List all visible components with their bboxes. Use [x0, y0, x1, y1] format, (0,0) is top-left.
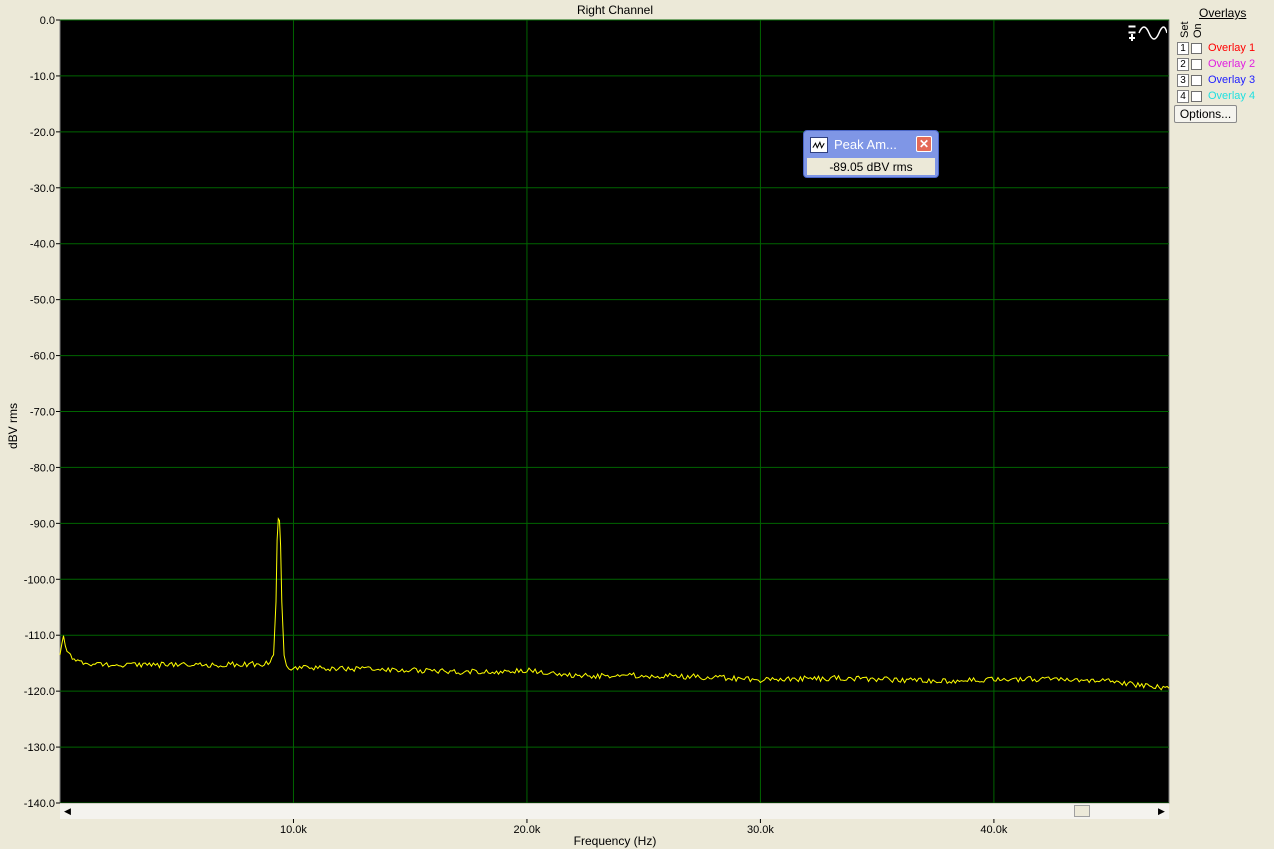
- y-tick-label: -70.0: [30, 407, 55, 419]
- y-tick-label: -110.0: [25, 630, 55, 642]
- overlay-on-checkbox[interactable]: [1191, 90, 1202, 102]
- chevron-right-icon: ▶: [1158, 806, 1165, 816]
- y-tick-label: 0.0: [40, 15, 55, 27]
- overlay-label: Overlay 2: [1208, 58, 1256, 70]
- scroll-thumb[interactable]: [1074, 805, 1090, 817]
- spectrum-plot[interactable]: 0.0 -10.0 -20.0 -30.0 -40.0 -50.0 -60.0 -70.0 -8…: [0, 0, 1274, 849]
- y-axis-label: dBV rms: [6, 402, 20, 449]
- y-tick-label: -90.0: [30, 518, 55, 530]
- peak-readout-title: Peak Am...: [834, 137, 897, 152]
- sine-wave-icon[interactable]: [1125, 22, 1167, 44]
- scroll-right-button[interactable]: ▶: [1154, 804, 1169, 819]
- overlay-set-button[interactable]: 1: [1177, 41, 1189, 55]
- overlay-on-header: On: [1192, 23, 1204, 38]
- close-icon[interactable]: ✕: [916, 136, 932, 152]
- overlay-label: Overlay 4: [1208, 90, 1256, 102]
- overlay-on-checkbox[interactable]: [1191, 58, 1202, 70]
- y-tick-label: -140.0: [24, 798, 55, 810]
- peak-readout-value: -89.05 dBV rms: [807, 158, 935, 175]
- y-tick-label: -20.0: [30, 127, 55, 139]
- overlay-row-2: 2 Overlay 2: [1177, 57, 1255, 71]
- overlays-title[interactable]: Overlays: [1199, 6, 1246, 20]
- overlay-set-button[interactable]: 2: [1177, 57, 1189, 71]
- peak-amplitude-readout[interactable]: Peak Am... ✕ -89.05 dBV rms: [803, 130, 939, 178]
- overlay-row-4: 4 Overlay 4: [1177, 89, 1255, 103]
- y-tick-label: -130.0: [24, 742, 55, 754]
- overlay-row-3: 3 Overlay 3: [1177, 73, 1255, 87]
- y-tick-label: -50.0: [30, 295, 55, 307]
- overlay-on-checkbox[interactable]: [1191, 74, 1202, 86]
- horizontal-scrollbar[interactable]: ◀ ▶: [60, 803, 1169, 819]
- chevron-left-icon: ◀: [64, 806, 71, 816]
- overlay-set-button[interactable]: 4: [1177, 89, 1189, 103]
- scroll-left-button[interactable]: ◀: [60, 804, 75, 819]
- overlay-set-header: Set: [1179, 21, 1191, 38]
- y-tick-label: -120.0: [24, 686, 55, 698]
- overlay-row-1: 1 Overlay 1: [1177, 41, 1255, 55]
- y-tick-label: -10.0: [30, 71, 55, 83]
- waveform-icon: [810, 137, 828, 153]
- overlay-label: Overlay 1: [1208, 42, 1256, 54]
- options-button[interactable]: Options...: [1174, 105, 1237, 123]
- y-tick-label: -100.0: [24, 574, 55, 586]
- overlay-on-checkbox[interactable]: [1191, 42, 1202, 54]
- overlay-set-button[interactable]: 3: [1177, 73, 1189, 87]
- y-tick-label: -40.0: [30, 239, 55, 251]
- y-tick-label: -60.0: [30, 351, 55, 363]
- x-axis-label: Frequency (Hz): [573, 834, 657, 848]
- y-tick-label: -30.0: [30, 183, 55, 195]
- y-tick-label: -80.0: [30, 462, 55, 474]
- overlay-label: Overlay 3: [1208, 74, 1256, 86]
